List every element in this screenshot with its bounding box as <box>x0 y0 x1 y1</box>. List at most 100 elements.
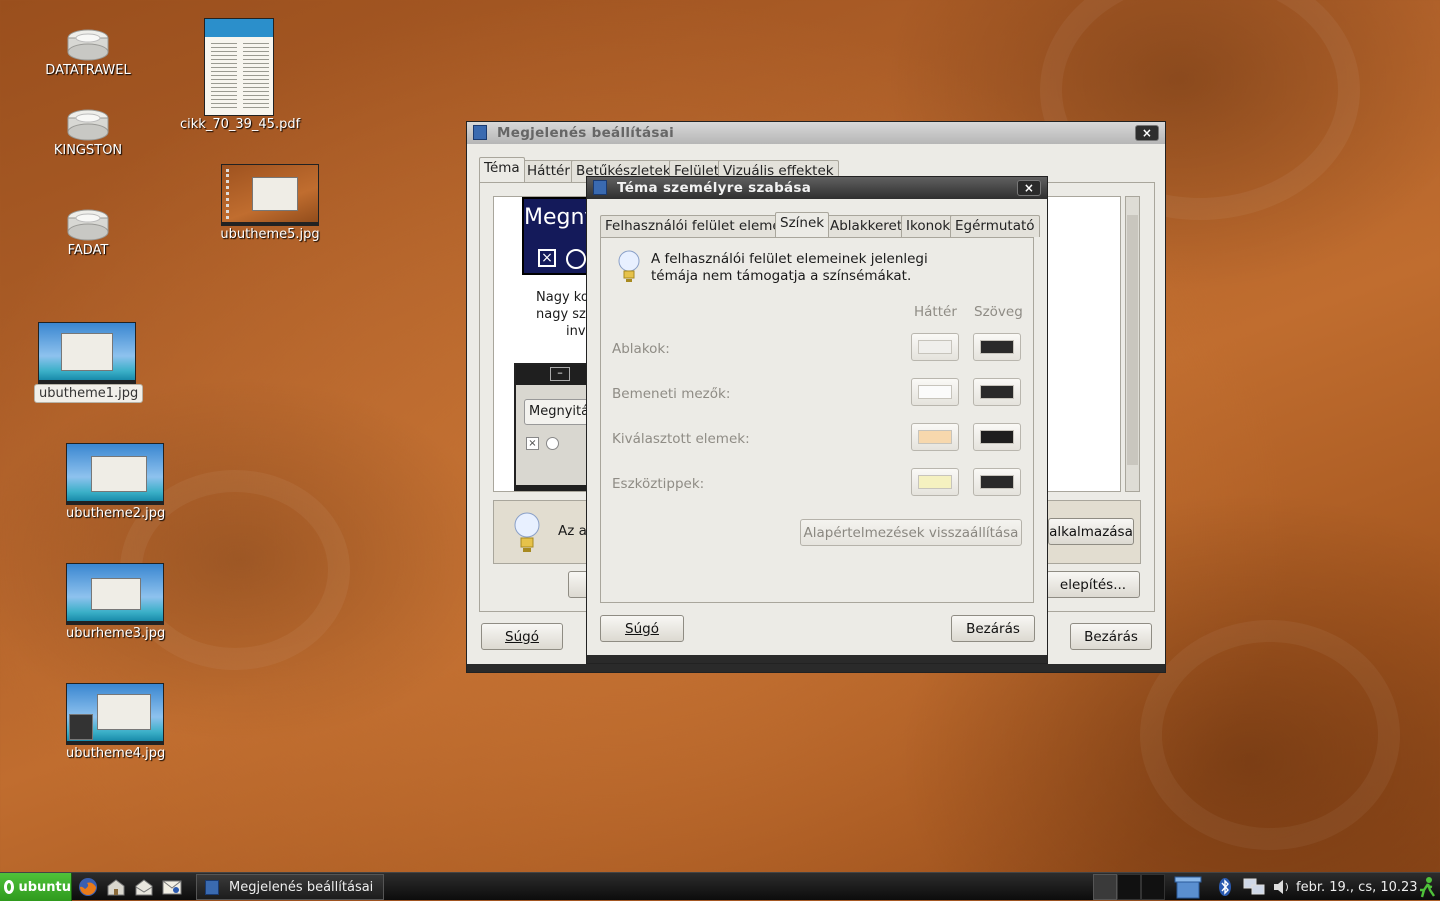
network-icon[interactable] <box>1242 873 1268 901</box>
taskbar-window-button[interactable]: Megjelenés beállításai <box>196 874 384 900</box>
desktop-icon-label: uburheme3.jpg <box>66 626 166 641</box>
apply-button[interactable]: alkalmazása <box>1048 518 1134 545</box>
desktop-icon-label: cikk_70_39_45.pdf <box>180 117 301 132</box>
trash-icon[interactable] <box>1174 873 1204 901</box>
desktop-icon-label: FADAT <box>67 243 109 258</box>
window-app-icon <box>205 879 219 895</box>
input-text-color-button[interactable] <box>973 378 1021 406</box>
minimize-icon: – <box>550 367 570 381</box>
desktop-icon-label: ubutheme4.jpg <box>66 746 166 761</box>
color-fill <box>918 475 952 489</box>
dialog-close-label: Bezárás <box>966 620 1020 637</box>
workspace-switcher[interactable] <box>1093 873 1169 901</box>
taskbar: ubuntu Megjelenés beállításai febr. 19.,… <box>0 872 1440 901</box>
email-client-launcher-icon[interactable] <box>162 873 184 901</box>
desktop-icon-ubutheme4[interactable]: ubutheme4.jpg <box>62 683 168 762</box>
close-button[interactable]: Bezárás <box>1070 623 1152 650</box>
drive-icon <box>66 28 110 62</box>
desktop-icon-ubutheme2[interactable]: ubutheme2.jpg <box>62 443 168 522</box>
tab-icons[interactable]: Ikonok <box>901 215 956 237</box>
start-button[interactable]: ubuntu <box>0 873 72 901</box>
selected-text-color-button[interactable] <box>973 423 1021 451</box>
close-icon[interactable]: × <box>1135 125 1159 141</box>
radio-icon <box>546 437 559 450</box>
tooltip-text-color-button[interactable] <box>973 468 1021 496</box>
home-folder-launcher-icon[interactable] <box>106 873 128 901</box>
tab-ui-elements[interactable]: Felhasználói felület elemei <box>600 215 790 237</box>
tab-window-border[interactable]: Ablakkeret <box>825 215 908 237</box>
wallpaper-swirl <box>1140 620 1400 850</box>
column-header-background: Háttér <box>914 304 957 320</box>
image-thumbnail <box>38 322 136 384</box>
dialog-help-label: Súgó <box>625 620 659 637</box>
help-button-label: Súgó <box>505 628 539 645</box>
reset-defaults-button[interactable]: Alapértelmezések visszaállítása <box>800 519 1022 546</box>
info-message-line-1: A felhasználói felület elemeinek jelenle… <box>651 251 928 267</box>
appearance-titlebar[interactable]: Megjelenés beállításai × <box>467 122 1165 144</box>
tab-colors[interactable]: Színek <box>775 212 830 237</box>
workspace-2[interactable] <box>1117 874 1141 900</box>
pdf-thumbnail <box>204 18 274 116</box>
tab-pointer[interactable]: Egérmutató <box>950 215 1040 237</box>
taskbar-window-label: Megjelenés beállításai <box>229 879 374 895</box>
windows-text-color-button[interactable] <box>973 333 1021 361</box>
desktop-icon-uburheme3[interactable]: uburheme3.jpg <box>62 563 168 642</box>
workspace-3[interactable] <box>1141 874 1165 900</box>
lightbulb-icon <box>617 250 641 288</box>
theme-preview-line: Nagy ko <box>536 290 589 305</box>
image-thumbnail <box>66 683 164 745</box>
radio-icon <box>566 249 586 269</box>
selected-bg-color-button[interactable] <box>911 423 959 451</box>
install-button[interactable]: elepítés... <box>1046 571 1140 598</box>
tooltip-bg-color-button[interactable] <box>911 468 959 496</box>
volume-icon[interactable] <box>1272 873 1294 901</box>
color-fill <box>980 475 1014 489</box>
desktop-icon-label: ubutheme2.jpg <box>66 506 166 521</box>
theme-preview-line: nagy sz <box>536 307 586 322</box>
drive-icon <box>66 108 110 142</box>
help-button[interactable]: Súgó <box>481 623 563 650</box>
checkbox-icon: × <box>526 437 539 450</box>
row-label-input-fields: Bemeneti mezők: <box>612 386 731 402</box>
desktop-icon-ubutheme5[interactable]: ubutheme5.jpg <box>210 164 330 243</box>
workspace-1[interactable] <box>1093 874 1117 900</box>
firefox-launcher-icon[interactable] <box>78 873 100 901</box>
color-fill <box>918 430 952 444</box>
row-label-selected-items: Kiválasztott elemek: <box>612 431 750 447</box>
color-fill <box>980 385 1014 399</box>
tab-background[interactable]: Háttér <box>522 160 575 182</box>
start-label: ubuntu <box>18 879 71 895</box>
close-button-label: Bezárás <box>1084 628 1138 645</box>
customize-titlebar[interactable]: Téma személyre szabása × <box>587 177 1047 199</box>
window-title: Megjelenés beállításai <box>497 125 675 141</box>
color-fill <box>980 340 1014 354</box>
image-thumbnail <box>66 443 164 505</box>
desktop-icon-ubutheme1[interactable]: ubutheme1.jpg <box>34 322 144 403</box>
desktop-icon-pdf[interactable]: cikk_70_39_45.pdf <box>176 18 302 133</box>
close-icon[interactable]: × <box>1017 180 1041 196</box>
info-text: Az a <box>558 523 587 539</box>
clock[interactable]: febr. 19., cs, 10.23 <box>1296 873 1418 901</box>
logout-icon[interactable] <box>1418 873 1438 901</box>
desktop-icon-label: ubutheme1.jpg <box>34 384 144 403</box>
info-message-line-2: témája nem támogatja a színsémákat. <box>651 268 912 284</box>
window-app-icon <box>473 125 487 140</box>
tab-theme[interactable]: Téma <box>479 157 525 182</box>
windows-bg-color-button[interactable] <box>911 333 959 361</box>
mail-launcher-icon[interactable] <box>134 873 156 901</box>
image-thumbnail <box>221 164 319 226</box>
image-thumbnail <box>66 563 164 625</box>
desktop-icon-kingston[interactable]: KINGSTON <box>40 108 136 159</box>
desktop-icon-datatrawel[interactable]: DATATRAWEL <box>40 28 136 79</box>
theme-list-scrollbar[interactable] <box>1125 196 1140 492</box>
dialog-close-button[interactable]: Bezárás <box>951 615 1035 642</box>
color-fill <box>918 385 952 399</box>
row-label-tooltips: Eszköztippek: <box>612 476 705 492</box>
desktop-icon-label: ubutheme5.jpg <box>220 227 320 242</box>
bluetooth-icon[interactable] <box>1218 873 1236 901</box>
desktop-icon-fadat[interactable]: FADAT <box>40 208 136 259</box>
input-bg-color-button[interactable] <box>911 378 959 406</box>
dialog-help-button[interactable]: Súgó <box>600 615 684 642</box>
checkbox-icon: × <box>538 249 556 267</box>
color-fill <box>980 430 1014 444</box>
